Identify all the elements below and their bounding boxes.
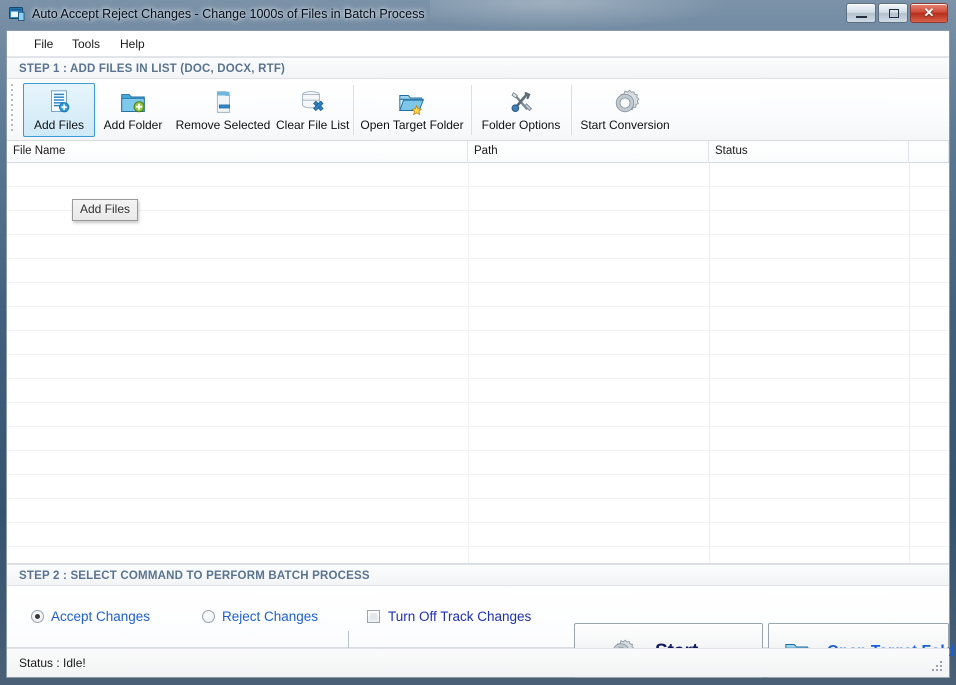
toolbar-label-open-target-folder: Open Target Folder [360,118,464,132]
minimize-button[interactable] [846,3,876,23]
column-header-file-name[interactable]: File Name [7,141,468,162]
maximize-button[interactable] [878,3,908,23]
column-header-path[interactable]: Path [468,141,709,162]
file-list-rows [7,163,949,563]
toolbar-button-start-conversion[interactable]: Start Conversion [575,83,675,137]
status-text: Status : Idle! [19,656,86,670]
close-button[interactable]: ✕ [910,3,948,23]
step2-header-bar: STEP 2 : SELECT COMMAND TO PERFORM BATCH… [7,564,949,586]
toolbar-label-folder-options: Folder Options [481,118,561,132]
table-row[interactable] [7,475,949,499]
toolbar-label-remove-selected: Remove Selected [175,118,271,132]
toolbar-separator-1 [353,85,354,135]
toolbar-label-clear-file-list: Clear File List [276,118,350,132]
step1-header-text: STEP 1 : ADD FILES IN LIST (DOC, DOCX, R… [19,63,286,75]
menu-file[interactable]: File [27,35,60,53]
table-row[interactable] [7,427,949,451]
table-row[interactable] [7,451,949,475]
toolbar-label-start-conversion: Start Conversion [580,118,670,132]
table-row[interactable] [7,259,949,283]
title-bar[interactable]: Auto Accept Reject Changes - Change 1000… [0,0,956,28]
table-row[interactable] [7,307,949,331]
status-bar: Status : Idle! [7,648,949,677]
table-row[interactable] [7,523,949,547]
table-row[interactable] [7,163,949,187]
database-delete-icon [302,91,324,112]
column-header-extra[interactable] [909,141,949,162]
file-list-header: File Name Path Status [7,141,949,163]
toolbar-button-add-folder[interactable]: Add Folder [95,83,171,137]
toolbar-button-folder-options[interactable]: Folder Options [475,83,567,137]
main-toolbar: Add Files Add Folder Remove Selected Cle… [7,79,949,141]
menu-bar: File Tools Help [7,31,949,57]
document-add-icon [51,90,70,113]
maximize-icon [889,9,899,18]
toolbar-button-clear-file-list[interactable]: Clear File List [275,83,350,137]
file-list[interactable]: File Name Path Status [7,141,949,564]
table-row[interactable] [7,211,949,235]
step2-header-text: STEP 2 : SELECT COMMAND TO PERFORM BATCH… [19,570,370,582]
toolbar-separator-2 [471,85,472,135]
checkbox-label: Turn Off Track Changes [388,609,532,624]
document-remove-icon [216,90,231,113]
table-row[interactable] [7,235,949,259]
toolbar-button-add-files[interactable]: Add Files [23,83,95,137]
resize-grip[interactable] [932,661,944,673]
table-row[interactable] [7,355,949,379]
toolbar-separator-3 [571,85,572,135]
column-header-status[interactable]: Status [709,141,909,162]
table-row[interactable] [7,547,949,563]
toolbar-button-remove-selected[interactable]: Remove Selected [171,83,275,137]
toolbar-label-add-files: Add Files [33,118,85,132]
minimize-icon [856,16,867,18]
table-row[interactable] [7,187,949,211]
menu-tools[interactable]: Tools [65,35,107,53]
radio-accept-changes-indicator [31,610,44,623]
table-row[interactable] [7,331,949,355]
checkbox-indicator [367,610,380,623]
toolbar-grip[interactable] [11,84,15,136]
table-row[interactable] [7,283,949,307]
window-title: Auto Accept Reject Changes - Change 1000… [32,7,425,21]
step1-header-bar: STEP 1 : ADD FILES IN LIST (DOC, DOCX, R… [7,57,949,79]
table-row[interactable] [7,499,949,523]
folder-add-icon [121,94,145,113]
close-icon: ✕ [923,5,935,20]
toolbar-label-add-folder: Add Folder [103,118,163,132]
table-row[interactable] [7,403,949,427]
radio-reject-changes-label: Reject Changes [222,609,319,624]
app-window-icon [9,7,25,21]
radio-accept-changes-label: Accept Changes [51,609,151,624]
gear-icon [615,89,640,113]
window-frame: Auto Accept Reject Changes - Change 1000… [0,0,956,685]
toolbar-button-open-target-folder[interactable]: Open Target Folder [357,83,467,137]
tools-wrench-icon [511,91,532,112]
table-row[interactable] [7,379,949,403]
tooltip-add-files: Add Files [72,199,139,221]
radio-reject-changes-indicator [202,610,215,623]
client-area: File Tools Help STEP 1 : ADD FILES IN LI… [6,30,956,678]
menu-help[interactable]: Help [113,35,152,53]
open-folder-icon [399,95,424,116]
